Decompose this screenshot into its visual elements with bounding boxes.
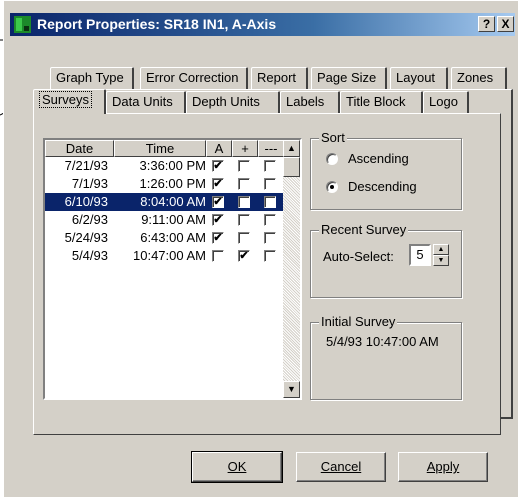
row-date: 5/24/93 [64, 230, 108, 245]
row-date: 7/1/93 [71, 176, 108, 191]
tab-page-size[interactable]: Page Size [311, 67, 387, 89]
tab-data-units[interactable]: Data Units [106, 91, 186, 113]
table-row[interactable]: 6/10/93 8:04:00 AM ✔ [45, 193, 285, 211]
col-header-time[interactable]: Time [114, 140, 206, 157]
sort-group: Sort [310, 130, 462, 210]
row-checkbox-plus[interactable] [238, 214, 250, 226]
close-button[interactable]: X [497, 16, 514, 32]
scroll-up-arrow-icon[interactable]: ▲ [283, 140, 300, 157]
tab-depth-units[interactable]: Depth Units [186, 91, 280, 113]
scroll-thumb[interactable] [283, 157, 300, 177]
ascending-label[interactable]: Ascending [348, 151, 409, 166]
list-vertical-scrollbar[interactable]: ▲ ▼ [283, 140, 300, 398]
table-row[interactable]: 7/21/93 3:36:00 PM ✔ [45, 157, 285, 175]
tab-labels[interactable]: Labels [280, 91, 340, 113]
tab-layout[interactable]: Layout [390, 67, 448, 89]
app-icon [14, 16, 31, 33]
descending-radio[interactable] [326, 181, 338, 193]
title-bar[interactable]: Report Properties: SR18 IN1, A-Axis ? X [10, 13, 515, 36]
tab-surveys-label: Surveys [39, 91, 92, 108]
row-checkbox-dash[interactable] [264, 250, 276, 262]
tab-zones[interactable]: Zones [451, 67, 507, 89]
tab-report[interactable]: Report [251, 67, 308, 89]
recent-survey-title: Recent Survey [319, 222, 409, 237]
row-checkbox-dash[interactable] [264, 178, 276, 190]
row-checkbox-plus[interactable] [238, 160, 250, 172]
row-time: 8:04:00 AM [140, 194, 206, 209]
apply-button[interactable]: Apply [398, 452, 488, 482]
auto-select-label: Auto-Select: [323, 249, 394, 264]
ok-label: OK [227, 459, 247, 474]
scroll-down-arrow-icon[interactable]: ▼ [283, 381, 300, 398]
row-checkbox-dash[interactable] [264, 214, 276, 226]
radio-selected-dot [330, 185, 334, 189]
row-time: 6:43:00 AM [140, 230, 206, 245]
row-checkbox-plus[interactable] [238, 232, 250, 244]
tab-graph-type[interactable]: Graph Type [50, 67, 134, 89]
descending-label[interactable]: Descending [348, 179, 417, 194]
row-checkbox-a[interactable]: ✔ [212, 160, 224, 172]
row-time: 3:36:00 PM [139, 158, 207, 173]
ascending-radio[interactable] [326, 153, 338, 165]
row-checkbox-a[interactable]: ✔ [212, 232, 224, 244]
row-checkbox-dash[interactable] [264, 196, 276, 208]
cancel-label: Cancel [320, 459, 362, 474]
col-header-dash[interactable]: --- [258, 140, 284, 157]
tab-error-correction[interactable]: Error Correction [140, 67, 248, 89]
table-row[interactable]: 7/1/93 1:26:00 PM ✔ [45, 175, 285, 193]
tab-logo[interactable]: Logo [423, 91, 469, 113]
apply-label: Apply [426, 459, 460, 474]
ok-button[interactable]: OK [191, 451, 283, 483]
window-title: Report Properties: SR18 IN1, A-Axis [37, 16, 277, 32]
initial-survey-value: 5/4/93 10:47:00 AM [326, 334, 439, 349]
col-header-plus[interactable]: + [232, 140, 258, 157]
row-date: 6/10/93 [64, 194, 108, 209]
row-time: 9:11:00 AM [141, 212, 206, 227]
row-checkbox-a[interactable]: ✔ [212, 214, 224, 226]
spin-down-icon[interactable]: ▼ [433, 255, 449, 266]
tab-surveys[interactable]: Surveys [33, 89, 106, 114]
row-checkbox-a[interactable]: ✔ [212, 178, 224, 190]
table-row[interactable]: 6/2/93 9:11:00 AM ✔ [45, 211, 285, 229]
row-checkbox-a[interactable] [212, 250, 224, 262]
row-date: 7/21/93 [64, 158, 108, 173]
tab-title-block[interactable]: Title Block [340, 91, 423, 113]
row-checkbox-a[interactable]: ✔ [212, 196, 224, 208]
row-checkbox-plus[interactable]: ✔ [238, 250, 250, 262]
row-checkbox-plus[interactable] [238, 196, 250, 208]
cancel-button[interactable]: Cancel [296, 452, 386, 482]
row-checkbox-dash[interactable] [264, 160, 276, 172]
row-date: 6/2/93 [71, 212, 108, 227]
sort-group-title: Sort [319, 130, 347, 145]
survey-list[interactable]: Date Time A + --- 7/21/93 3:36:00 PM ✔ 7/1/… [43, 138, 302, 400]
table-row[interactable]: 5/4/93 10:47:00 AM ✔ [45, 247, 285, 265]
initial-survey-title: Initial Survey [319, 314, 398, 329]
row-checkbox-dash[interactable] [264, 232, 276, 244]
auto-select-input[interactable]: 5 [409, 244, 431, 266]
col-header-date[interactable]: Date [45, 140, 114, 157]
row-time: 10:47:00 AM [133, 248, 206, 263]
row-time: 1:26:00 PM [139, 176, 207, 191]
col-header-a[interactable]: A [206, 140, 232, 157]
row-checkbox-plus[interactable] [238, 178, 250, 190]
row-date: 5/4/93 [71, 248, 108, 263]
spin-up-icon[interactable]: ▲ [433, 244, 449, 255]
table-row[interactable]: 5/24/93 6:43:00 AM ✔ [45, 229, 285, 247]
help-button[interactable]: ? [478, 16, 495, 32]
